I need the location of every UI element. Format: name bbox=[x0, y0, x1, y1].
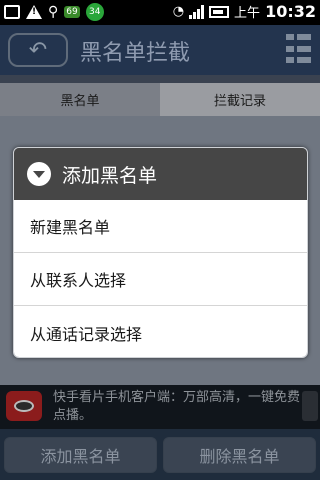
option-new-blacklist[interactable]: 新建黑名单 bbox=[14, 200, 307, 253]
dialog-header: 添加黑名单 bbox=[14, 148, 307, 200]
status-bar-left: ⚲ 69 34 bbox=[4, 3, 104, 21]
badge-69-icon: 69 bbox=[64, 6, 80, 18]
title-bar: ↶ 黑名单拦截 bbox=[0, 25, 320, 75]
list-menu-icon[interactable] bbox=[286, 34, 312, 66]
page-title: 黑名单拦截 bbox=[80, 41, 191, 66]
option-from-call-log[interactable]: 从通话记录选择 bbox=[14, 306, 307, 357]
back-button[interactable]: ↶ bbox=[8, 33, 68, 67]
signal-icon bbox=[189, 4, 205, 19]
tab-bar: 黑名单 拦截记录 bbox=[0, 83, 320, 116]
clock-ampm: 上午 bbox=[234, 6, 261, 21]
status-bar: ⚲ 69 34 ◔ 上午 10:32 bbox=[0, 0, 320, 25]
clock-time: 10:32 bbox=[265, 2, 316, 21]
warning-icon bbox=[26, 5, 42, 19]
dropdown-circle-icon bbox=[27, 162, 51, 186]
usb-icon: ⚲ bbox=[48, 4, 59, 20]
delete-blacklist-button[interactable]: 删除黑名单 bbox=[163, 437, 316, 473]
add-blacklist-button[interactable]: 添加黑名单 bbox=[4, 437, 157, 473]
tab-blacklist[interactable]: 黑名单 bbox=[0, 83, 160, 116]
status-bar-right: ◔ 上午 10:32 bbox=[173, 2, 316, 21]
ad-eye-icon bbox=[6, 391, 42, 421]
dialog-title: 添加黑名单 bbox=[62, 164, 158, 187]
bottom-bar: 添加黑名单 删除黑名单 bbox=[0, 429, 320, 480]
back-arrow-icon: ↶ bbox=[28, 37, 48, 63]
badge-34-icon: 34 bbox=[85, 3, 104, 21]
ad-text: 快手看片手机客户端：万部高清，一键免费点播。 bbox=[53, 390, 301, 423]
ad-banner[interactable]: 快手看片手机客户端：万部高清，一键免费点播。 bbox=[0, 385, 320, 429]
battery-icon bbox=[209, 5, 230, 18]
notification-box-icon bbox=[4, 5, 20, 19]
add-blacklist-dialog: 添加黑名单 新建黑名单 从联系人选择 从通话记录选择 bbox=[13, 147, 308, 358]
ad-close-icon[interactable] bbox=[302, 391, 318, 421]
wifi-icon: ◔ bbox=[172, 4, 185, 19]
option-from-contacts[interactable]: 从联系人选择 bbox=[14, 253, 307, 306]
dialog-options: 新建黑名单 从联系人选择 从通话记录选择 bbox=[14, 200, 307, 357]
tab-block-records[interactable]: 拦截记录 bbox=[160, 83, 320, 116]
